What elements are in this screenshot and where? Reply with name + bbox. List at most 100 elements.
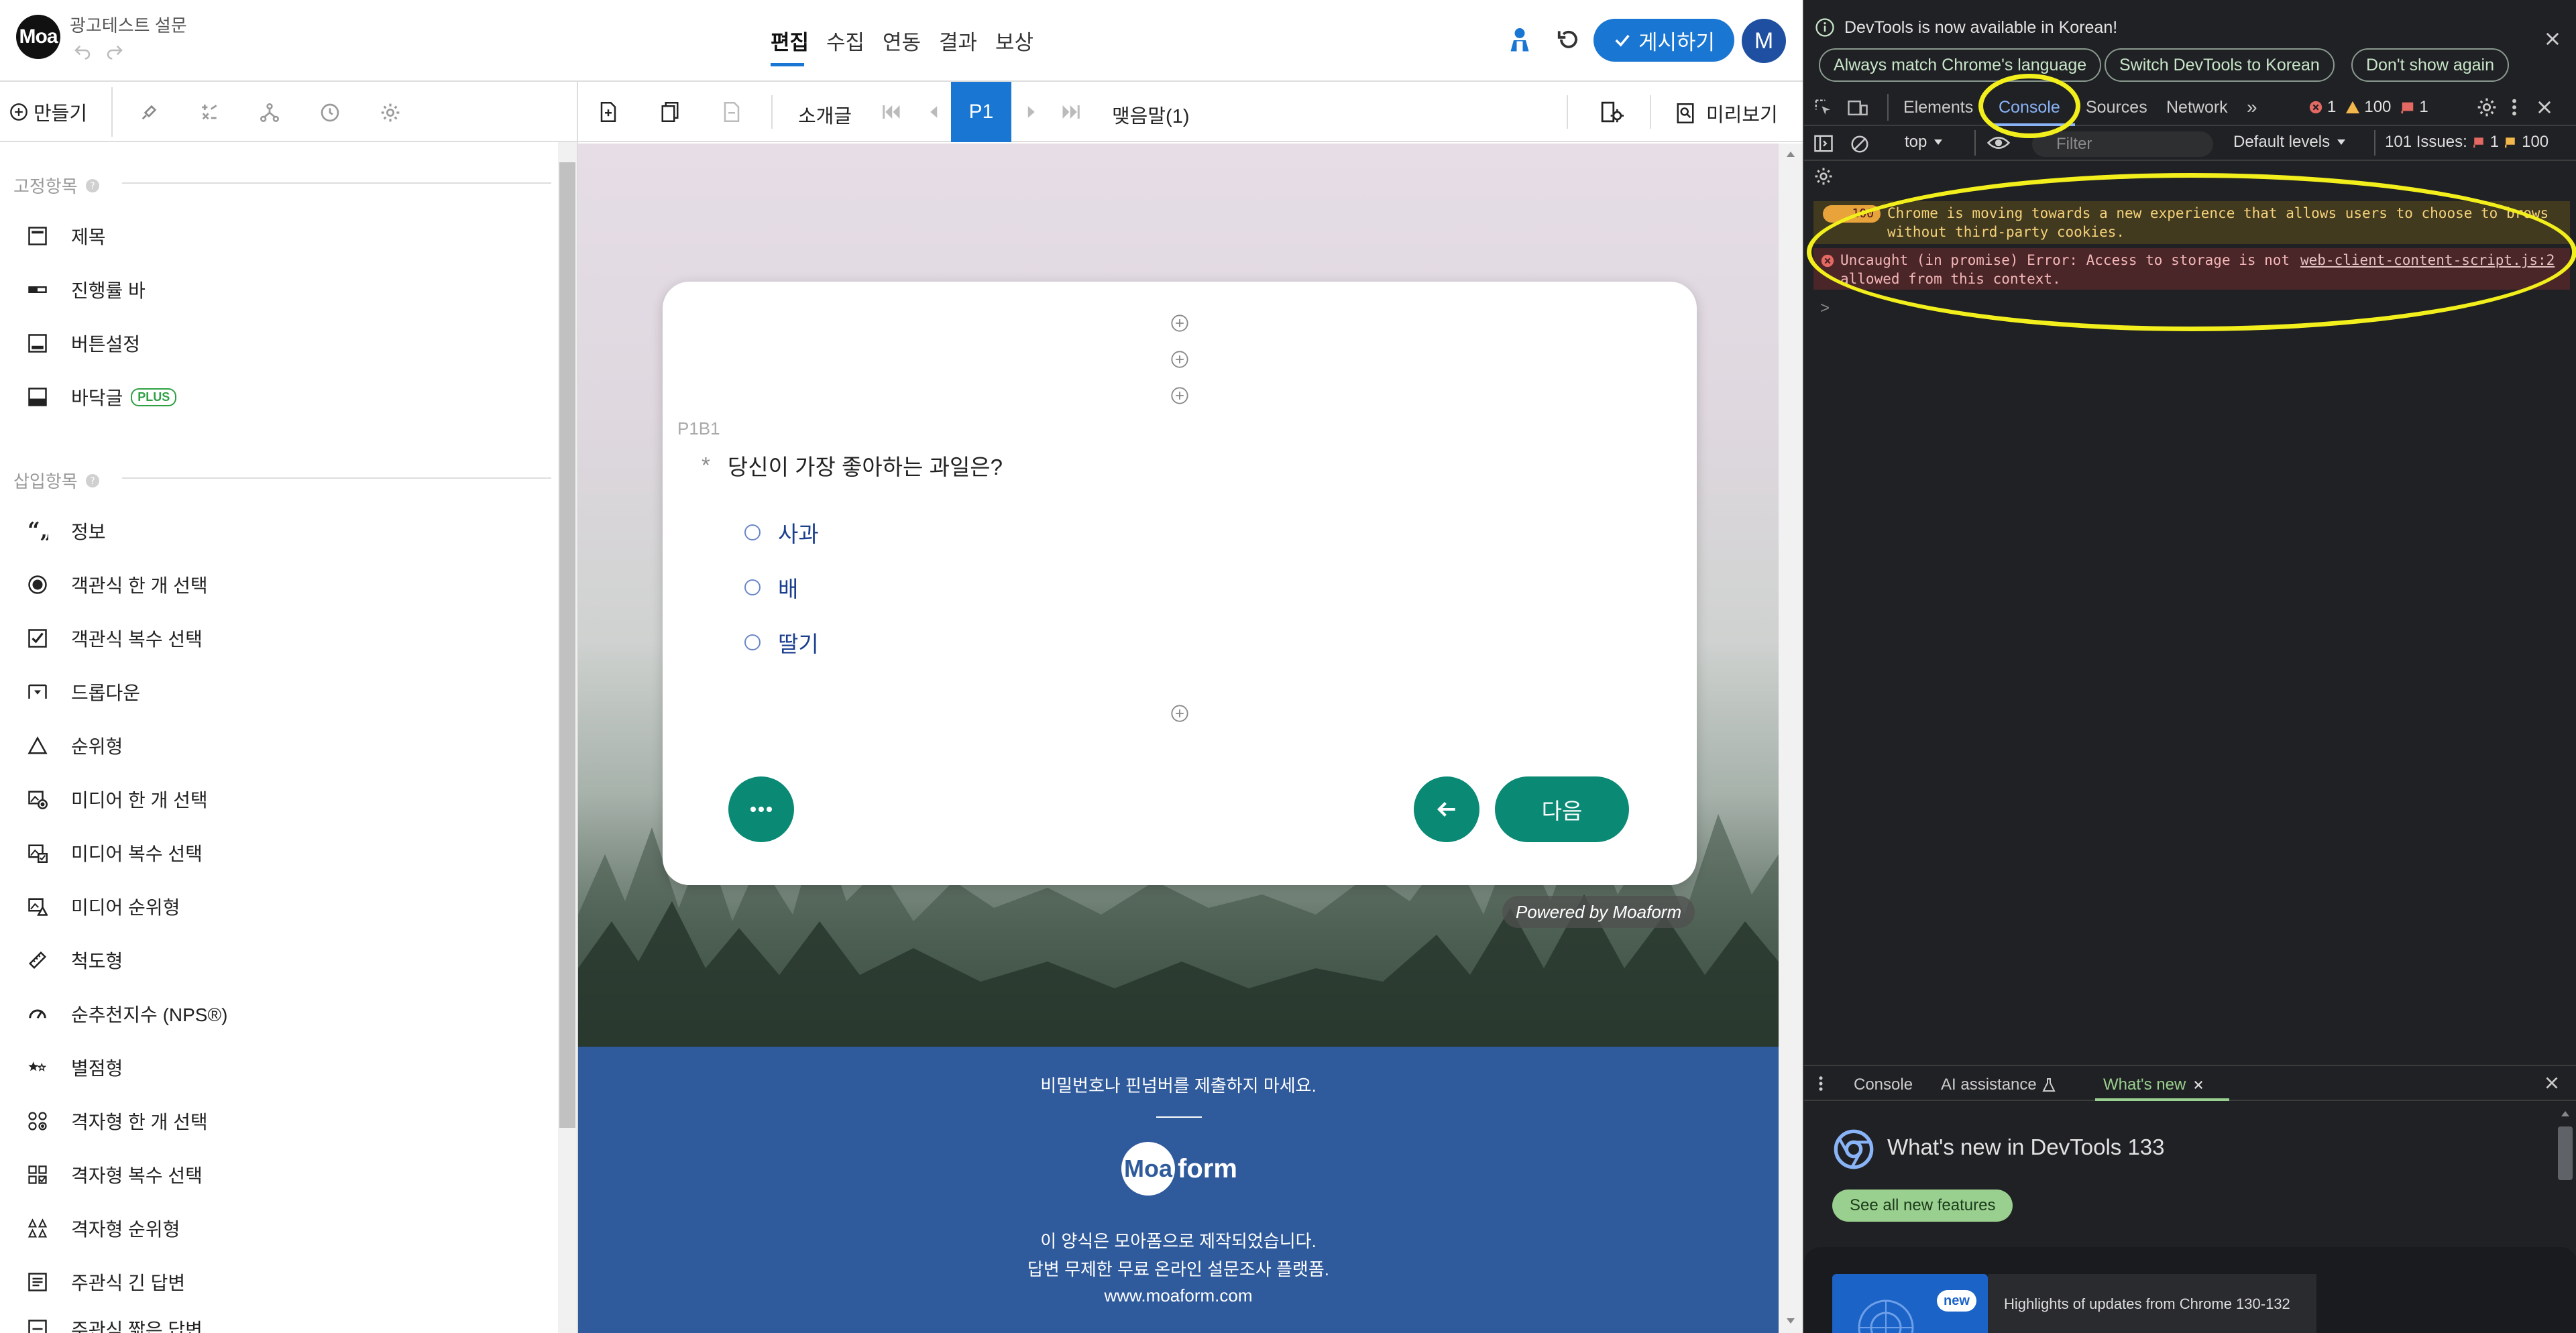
console-prompt[interactable]: > (1820, 299, 1830, 318)
drawer-tab-whats-new[interactable]: What's new (2103, 1076, 2204, 1094)
item-progress-bar[interactable]: 진행률 바 (24, 270, 146, 310)
clear-console-icon[interactable] (1850, 134, 1870, 154)
clock-icon[interactable] (311, 94, 349, 131)
page-tab-p1[interactable]: P1 (951, 82, 1011, 142)
item-title[interactable]: 제목 (24, 216, 106, 256)
item-media-ranking[interactable]: 미디어 순위형 (24, 886, 180, 927)
help-icon[interactable]: ? (85, 178, 101, 194)
item-grid-ranking[interactable]: 격자형 순위형 (24, 1208, 180, 1249)
context-selector[interactable]: top (1905, 133, 1943, 152)
outro-page-tab[interactable]: 맺음말(1) (1112, 101, 1189, 129)
console-counts[interactable]: 1 100 1 (2308, 98, 2428, 117)
drawer-tab-ai-assistance[interactable]: AI assistance (1941, 1076, 2056, 1094)
log-levels-dropdown[interactable]: Default levels (2233, 133, 2346, 152)
undo-icon[interactable] (72, 40, 93, 60)
drawer-menu-icon[interactable] (1817, 1074, 1824, 1093)
tab-elements[interactable]: Elements (1903, 98, 1973, 117)
branch-icon[interactable] (251, 94, 288, 131)
back-button[interactable] (1414, 776, 1479, 842)
item-footer[interactable]: 바닥글 PLUS (24, 377, 177, 417)
prev-page-icon[interactable] (926, 102, 940, 122)
item-info[interactable]: “„ 정보 (24, 511, 106, 551)
item-long-text[interactable]: 주관식 긴 답변 (24, 1262, 185, 1302)
sidebar-toggle-icon[interactable] (1813, 134, 1834, 153)
tab-collect[interactable]: 수집 (826, 25, 864, 56)
more-options-button[interactable] (728, 776, 794, 842)
kebab-menu-icon[interactable] (2510, 97, 2519, 118)
device-toolbar-icon[interactable] (1847, 98, 1868, 118)
close-banner-icon[interactable] (2543, 30, 2562, 48)
switch-korean-button[interactable]: Switch DevTools to Korean (2105, 48, 2335, 82)
first-page-icon[interactable] (880, 102, 903, 122)
close-devtools-icon[interactable] (2535, 98, 2554, 117)
add-page-icon[interactable] (589, 93, 628, 131)
add-block-icon[interactable] (1170, 386, 1189, 405)
item-dropdown[interactable]: 드롭다운 (24, 672, 140, 712)
tab-rewards[interactable]: 보상 (995, 25, 1033, 56)
radio-button[interactable] (744, 524, 761, 540)
copy-page-icon[interactable] (651, 93, 689, 131)
document-title[interactable]: 광고테스트 설문 (70, 12, 187, 37)
powered-by-badge[interactable]: Powered by Moaform (1502, 896, 1695, 928)
next-button[interactable]: 다음 (1495, 776, 1629, 842)
left-scrollbar-thumb[interactable] (559, 162, 575, 1128)
devtools-settings-icon[interactable] (2476, 97, 2498, 118)
canvas-scrollbar[interactable] (1779, 143, 1803, 1333)
add-block-icon[interactable] (1170, 314, 1189, 333)
settings-gear-icon[interactable] (372, 94, 409, 131)
scroll-up-icon[interactable] (2561, 1110, 2570, 1117)
create-tab[interactable]: 만들기 (9, 91, 109, 133)
redo-icon[interactable] (105, 40, 125, 60)
publish-button[interactable]: 게시하기 (1593, 19, 1734, 62)
intro-page-tab[interactable]: 소개글 (798, 101, 852, 129)
radio-button[interactable] (744, 634, 761, 650)
tab-integrate[interactable]: 연동 (883, 25, 921, 56)
item-scale[interactable]: 척도형 (24, 940, 123, 980)
answer-option[interactable]: 딸기 (744, 626, 819, 658)
item-media-multi[interactable]: 미디어 복수 선택 (24, 833, 203, 873)
console-settings-icon[interactable] (1813, 166, 1834, 186)
page-settings-icon[interactable] (1592, 93, 1631, 131)
inspect-element-icon[interactable] (1813, 98, 1834, 118)
tab-results[interactable]: 결과 (939, 25, 977, 56)
item-star-rating[interactable]: 별점형 (24, 1047, 123, 1088)
close-drawer-icon[interactable] (2543, 1074, 2561, 1092)
preview-button[interactable]: 미리보기 (1675, 99, 1778, 127)
question-title[interactable]: * 당신이 가장 좋아하는 과일은? (702, 449, 1003, 481)
refresh-icon[interactable] (1556, 27, 1581, 52)
item-short-text[interactable]: 주관식 짧은 답변 (24, 1316, 203, 1333)
highlights-text[interactable]: Highlights of updates from Chrome 130-13… (1988, 1274, 2316, 1333)
item-nps[interactable]: 순추천지수 (NPS®) (24, 994, 227, 1034)
help-icon[interactable]: ? (85, 473, 101, 489)
footer-url[interactable]: www.moaform.com (578, 1285, 1779, 1306)
app-logo[interactable]: Moa (16, 15, 60, 59)
tab-network[interactable]: Network (2166, 98, 2228, 117)
design-pen-icon[interactable] (130, 94, 168, 131)
add-block-icon[interactable] (1170, 704, 1189, 723)
logic-icon[interactable] (190, 94, 228, 131)
item-multi-choice[interactable]: 객관식 복수 선택 (24, 618, 203, 658)
issues-summary[interactable]: 101 Issues: 1 100 (2385, 133, 2549, 152)
scroll-down-icon[interactable] (1785, 1317, 1796, 1325)
next-page-icon[interactable] (1025, 102, 1040, 122)
item-ranking[interactable]: 순위형 (24, 726, 123, 766)
answer-option[interactable]: 배 (744, 571, 798, 603)
answer-option[interactable]: 사과 (744, 516, 819, 548)
last-page-icon[interactable] (1060, 102, 1082, 122)
drawer-tab-console[interactable]: Console (1854, 1076, 1913, 1094)
eye-icon[interactable] (1986, 133, 2011, 153)
item-single-choice[interactable]: 객관식 한 개 선택 (24, 565, 208, 605)
item-button-settings[interactable]: 버튼설정 (24, 323, 140, 363)
add-block-icon[interactable] (1170, 350, 1189, 369)
item-grid-single[interactable]: 격자형 한 개 선택 (24, 1101, 208, 1141)
item-media-single[interactable]: 미디어 한 개 선택 (24, 779, 208, 819)
tab-edit[interactable]: 편집 (771, 25, 809, 56)
dont-show-button[interactable]: Don't show again (2351, 48, 2510, 82)
person-icon[interactable] (1508, 27, 1532, 54)
delete-page-icon[interactable] (712, 93, 751, 131)
filter-input[interactable]: Filter (2032, 131, 2213, 157)
user-avatar[interactable]: M (1742, 19, 1786, 63)
radio-button[interactable] (744, 579, 761, 595)
see-all-features-button[interactable]: See all new features (1832, 1190, 2013, 1222)
close-tab-icon[interactable] (2192, 1079, 2204, 1091)
